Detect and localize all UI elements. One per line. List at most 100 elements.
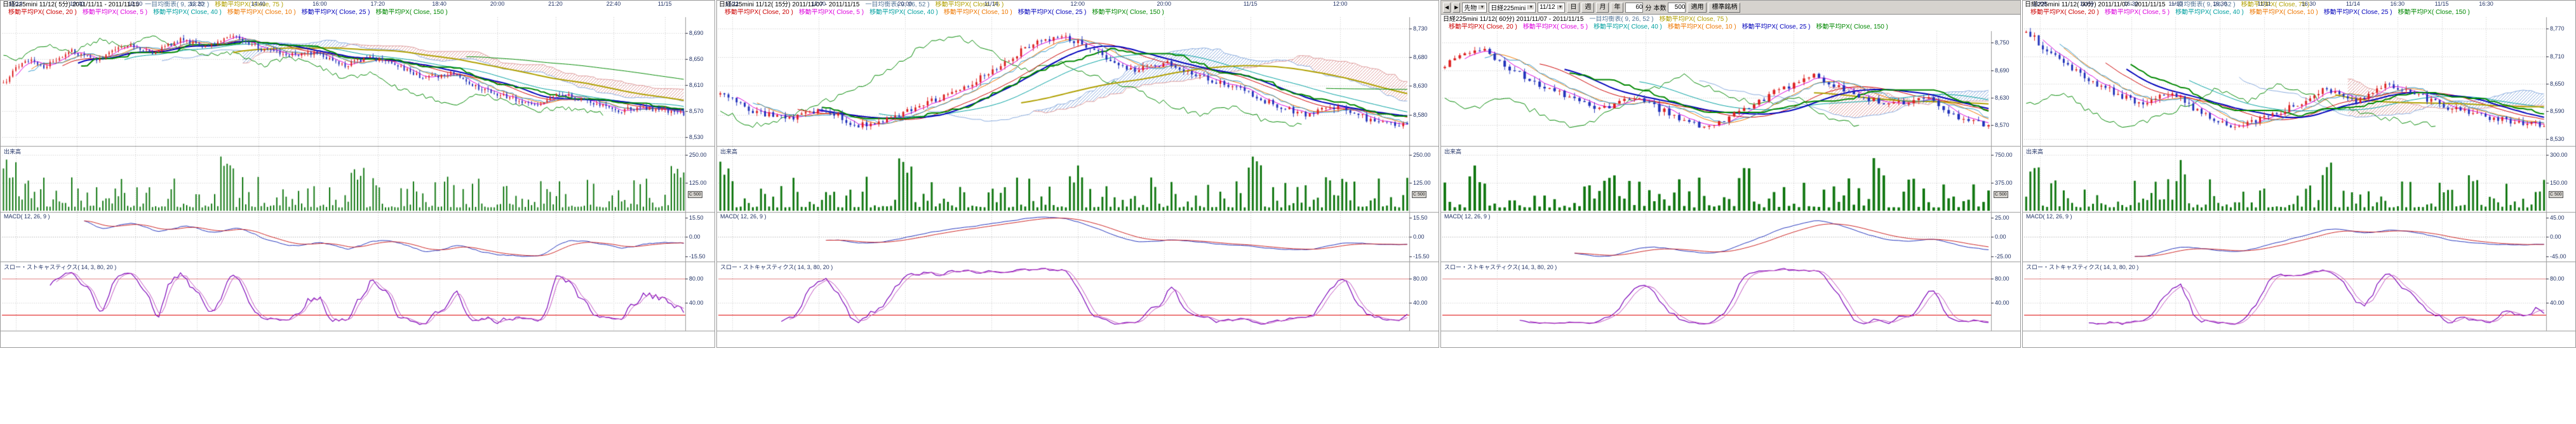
volume-label: 出来高 [1444,147,1462,156]
volume-scale-box[interactable]: C 500 [688,191,702,198]
indicator-legend-item: 移動平均PX( Close, 75 ) [215,1,283,8]
category-select[interactable]: 先物 ▼ [1462,3,1487,13]
x-axis-label: 11/15 [1244,1,1258,7]
price-tick-label: 8,650 [2550,81,2565,87]
indicator-legend-item: 移動平均PX( Close, 20 ) [1449,23,1517,30]
chart-canvas[interactable] [1,1,714,348]
price-tick-label: 8,530 [2550,136,2565,142]
volume-scale-box[interactable]: C 500 [1994,191,2008,198]
stoch-tick-label: 80.00 [1995,275,2009,282]
volume-scale-box[interactable]: C 500 [2549,191,2563,198]
price-tick-label: 8,530 [689,134,704,140]
x-axis-label: 20:00 [490,1,505,7]
x-axis-label: 11/09 [2080,1,2094,7]
indicator-legend-item: 移動平均PX( Close, 150 ) [1092,9,1164,16]
next-symbol-button[interactable]: ▶ [1452,3,1460,13]
x-axis-label: 14:40 [251,1,265,7]
indicator-legend-item: 移動平均PX( Close, 20 ) [725,9,793,16]
indicator-legend-item: 移動平均PX( Close, 25 ) [1018,9,1087,16]
chevron-down-icon: ▼ [1557,5,1564,10]
stochastics-label: スロー・ストキャスティクス( 14, 3, 80, 20 ) [720,263,833,271]
ma-legend-line: 移動平均PX( Close, 20 ) 移動平均PX( Close, 5 ) 移動平… [1443,23,2019,31]
indicator-legend-line1: 一目均衡表( 9, 26, 52 )移動平均PX( Close, 75 ) [1583,16,1727,23]
macd-tick-label: -15.50 [689,253,706,260]
price-tick-label: 8,630 [1413,83,1428,89]
stoch-tick-label: 80.00 [1413,275,1428,282]
contract-month-select[interactable]: 11/12 ▼ [1538,3,1565,13]
chart-toolbar: ◀ ▶ 先物 ▼ 日経225mini ▼ 11/12 ▼ 日 週 月 年 分 本… [1441,1,2020,15]
macd-tick-label: 0.00 [689,234,701,240]
x-axis-label: 12:00 [128,1,143,7]
x-axis-label: 22:40 [607,1,621,7]
macd-tick-label: 0.00 [1413,234,1425,240]
volume-label: 出来高 [2025,147,2044,156]
volume-tick-label: 150.00 [2550,180,2568,186]
chart-canvas[interactable] [717,1,1439,348]
x-axis-label: 20:00 [1157,1,1171,7]
price-tick-label: 8,650 [689,56,704,62]
x-axis-label: 12:00 [1070,1,1085,7]
volume-label: 出来高 [3,147,22,156]
bar-count-input[interactable] [1668,3,1686,13]
volume-tick-label: 125.00 [1413,180,1431,186]
indicator-legend-item: 移動平均PX( Close, 20 ) [2030,9,2099,16]
ma-legend-line: 移動平均PX( Close, 20 )移動平均PX( Close, 5 )移動平… [719,9,1437,17]
x-axis-label: 11/15 [658,1,672,7]
indicator-legend-item: 移動平均PX( Close, 25 ) [302,9,370,16]
indicator-legend-item: 移動平均PX( Close, 25 ) [2324,9,2392,16]
indicator-legend-item: 移動平均PX( Close, 5 ) [1523,23,1588,30]
chart-panel-60min: ◀ ▶ 先物 ▼ 日経225mini ▼ 11/12 ▼ 日 週 月 年 分 本… [1440,0,2021,348]
apply-button[interactable]: 適用 [1687,3,1707,13]
macd-tick-label: -45.00 [2550,253,2566,260]
chart-canvas[interactable] [2023,1,2575,348]
chart-panel-15min: 日経225mini 11/12( 15分) 2011/11/07 - 2011/… [716,0,1439,348]
stochastics-label: スロー・ストキャスティクス( 14, 3, 80, 20 ) [2025,263,2139,271]
price-tick-label: 8,590 [2550,108,2565,114]
indicator-legend-item: 移動平均PX( Close, 10 ) [944,9,1012,16]
prev-symbol-button[interactable]: ◀ [1443,3,1451,13]
price-tick-label: 8,680 [1413,54,1428,60]
x-axis-label: 16:30 [2479,1,2493,7]
chart-canvas[interactable] [1441,1,2020,348]
stoch-tick-label: 40.00 [1995,300,2009,306]
x-axis-label: 13:20 [189,1,204,7]
period-day-button[interactable]: 日 [1567,3,1580,13]
indicator-legend-line1: 一目均衡表( 9, 26, 52 )移動平均PX( Close, 75 ) [859,1,1003,8]
x-axis-label: 11/14 [2346,1,2360,7]
macd-label: MACD( 12, 26, 9 ) [2025,213,2073,220]
indicator-legend-item: 一目均衡表( 9, 26, 52 ) [1589,16,1653,23]
price-tick-label: 8,710 [2550,53,2565,60]
stoch-tick-label: 40.00 [689,300,704,306]
volume-tick-label: 750.00 [1995,152,2013,158]
minute-input[interactable] [1625,3,1643,13]
chart-panel-5min: 日経225mini 11/12( 5分) 2011/11/11 - 2011/1… [0,0,715,348]
x-axis-label: 18:40 [432,1,446,7]
period-week-button[interactable]: 週 [1581,3,1594,13]
stoch-tick-label: 40.00 [2550,300,2565,306]
indicator-legend-line1: 一目均衡表( 9, 26, 52 )移動平均PX( Close, 75 ) [2165,1,2309,8]
contract-value: 11/12 [1540,4,1555,11]
indicator-legend-item: 移動平均PX( Close, 10 ) [1668,23,1736,30]
indicator-legend-item: 移動平均PX( Close, 25 ) [1742,23,1811,30]
price-tick-label: 8,570 [1995,122,2009,128]
indicator-legend-item: 移動平均PX( Close, 40 ) [1593,23,1662,30]
volume-scale-box[interactable]: C 500 [1412,191,1426,198]
macd-tick-label: 45.00 [2550,215,2565,221]
macd-tick-label: 15.50 [689,215,704,221]
chevron-down-icon: ▼ [1527,5,1534,10]
x-axis-label: 21:20 [548,1,563,7]
macd-tick-label: 15.50 [1413,215,1428,221]
stoch-tick-label: 40.00 [1413,300,1428,306]
volume-tick-label: 375.00 [1995,180,2013,186]
macd-tick-label: -25.00 [1995,253,2011,260]
x-axis-label: 17:20 [371,1,386,7]
preset-symbol-button[interactable]: 標準銘柄 [1708,3,1740,13]
x-axis-label: 16:30 [2213,1,2227,7]
chart-panel-60min-2: 日経225mini 11/12( 60分) 2011/11/07 - 2011/… [2022,0,2576,348]
stochastics-label: スロー・ストキャスティクス( 14, 3, 80, 20 ) [3,263,117,271]
x-axis-label: 16:30 [2302,1,2316,7]
period-year-button[interactable]: 年 [1611,3,1623,13]
chart-title: 日経225mini 11/12( 15分) 2011/11/07 - 2011/… [719,1,859,8]
period-month-button[interactable]: 月 [1596,3,1609,13]
symbol-select[interactable]: 日経225mini ▼ [1489,3,1536,13]
